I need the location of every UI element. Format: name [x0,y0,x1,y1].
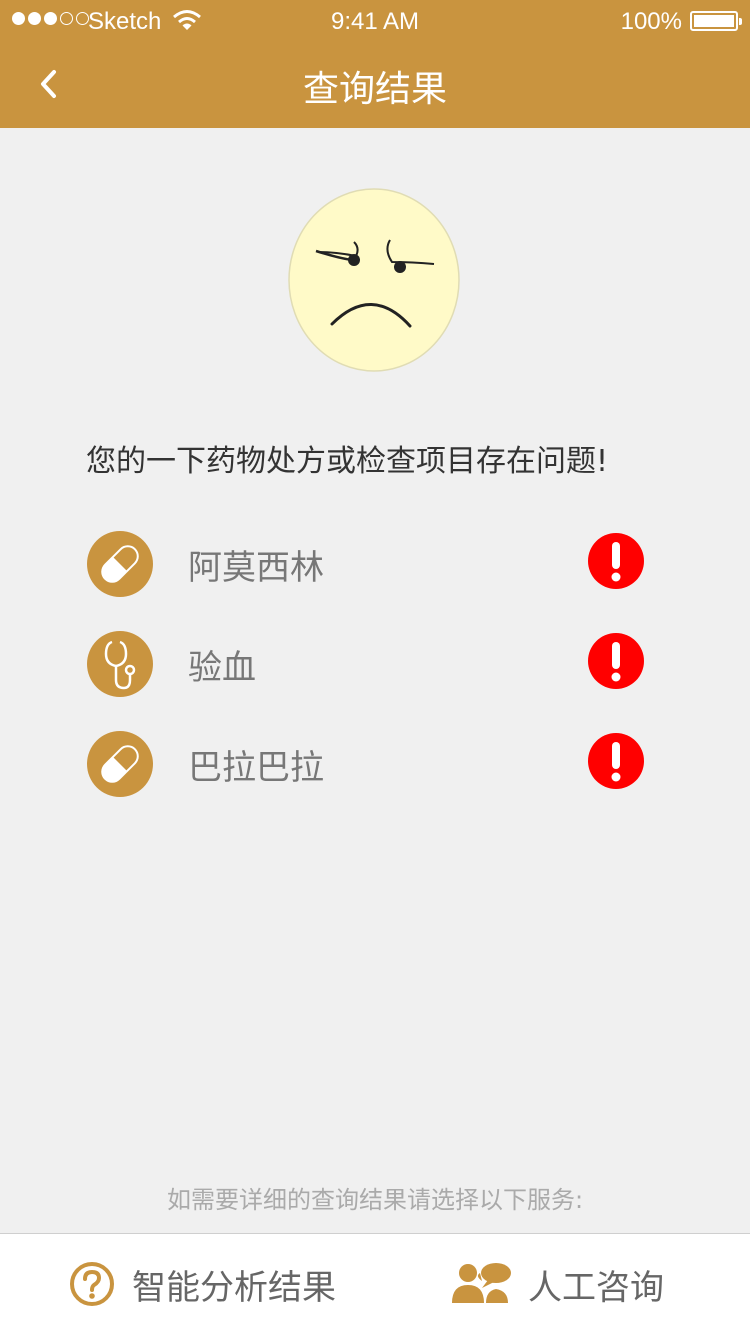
smart-analysis-button[interactable]: 智能分析结果 [68,1234,336,1334]
sad-face-icon [288,188,460,372]
navigation-bar: 查询结果 [0,40,750,128]
question-circle-icon [70,1262,114,1306]
problem-message: 您的一下药物处方或检查项目存在问题! [86,444,609,479]
list-item-amoxicillin[interactable]: 阿莫西林 [86,530,646,600]
pill-icon [87,531,153,597]
item-label: 巴拉巴拉 [188,748,324,788]
bottom-action-bar: 智能分析结果 人工咨询 [0,1233,750,1334]
list-item-blood-test[interactable]: 验血 [86,630,646,700]
battery-percentage: 100% [620,8,682,35]
human-consult-button[interactable]: 人工咨询 [450,1234,664,1334]
battery-icon [690,11,742,31]
human-consult-label: 人工咨询 [528,1267,664,1308]
page-title: 查询结果 [302,69,447,110]
alert-icon [588,733,644,789]
header: Sketch 9:41 AM 100% 查询结果 [0,0,750,128]
item-label: 阿莫西林 [188,548,324,588]
item-label: 验血 [188,648,256,688]
service-hint: 如需要详细的查询结果请选择以下服务: [166,1186,584,1214]
stethoscope-icon [87,631,153,697]
alert-icon [588,633,644,689]
people-chat-icon [452,1263,511,1303]
smart-analysis-label: 智能分析结果 [132,1267,336,1308]
status-bar: Sketch 9:41 AM 100% [0,0,750,40]
alert-icon [588,533,644,589]
pill-icon [87,731,153,797]
list-item-balabala[interactable]: 巴拉巴拉 [86,730,646,800]
